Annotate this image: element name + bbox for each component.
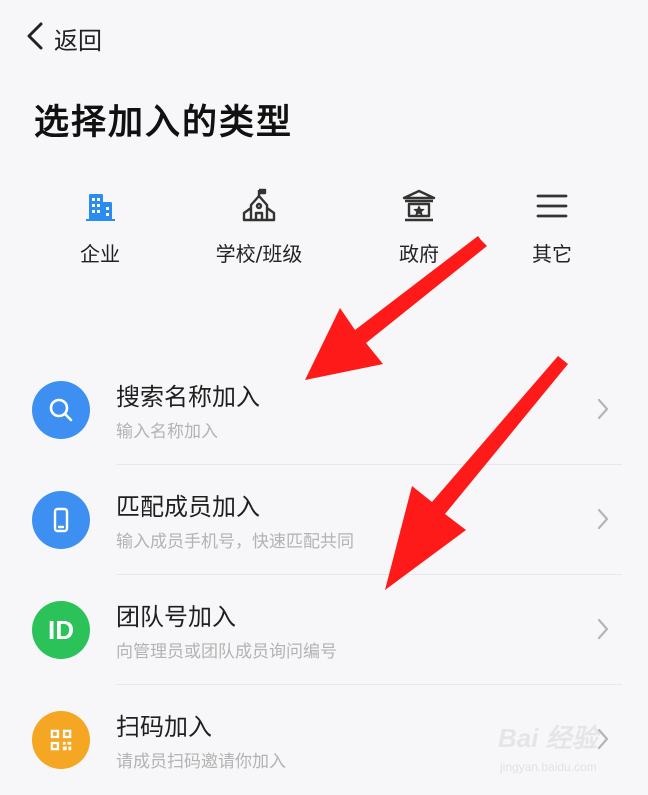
option-subtitle: 请成员扫码邀请你加入	[116, 752, 286, 772]
type-government[interactable]: 政府	[359, 186, 479, 276]
chevron-right-icon	[597, 508, 609, 530]
watermark: Bai 经验 jingyan.baidu.com	[498, 718, 638, 782]
id-icon: ID	[32, 601, 90, 659]
option-team-number[interactable]: ID 团队号加入 向管理员或团队成员询问编号	[0, 575, 648, 685]
option-title: 搜索名称加入	[116, 383, 260, 411]
id-icon-text: ID	[48, 614, 74, 645]
type-other[interactable]: 其它	[492, 186, 612, 276]
building-icon	[40, 186, 160, 226]
option-subtitle: 向管理员或团队成员询问编号	[116, 642, 337, 662]
government-icon	[359, 186, 479, 226]
option-title: 扫码加入	[116, 713, 212, 741]
chevron-right-icon	[597, 398, 609, 420]
option-match-member[interactable]: 匹配成员加入 输入成员手机号，快速匹配共同	[0, 465, 648, 575]
type-school[interactable]: 学校/班级	[199, 186, 319, 276]
type-selector: 企业 学校/班级 政府 其它	[0, 186, 648, 276]
top-bar: 返回	[0, 0, 648, 80]
page-title: 选择加入的类型	[34, 103, 294, 143]
school-icon	[199, 186, 319, 226]
type-label: 学校/班级	[215, 242, 303, 266]
menu-icon	[492, 186, 612, 226]
phone-icon	[32, 491, 90, 549]
chevron-left-icon	[24, 21, 46, 55]
type-label: 政府	[399, 242, 439, 266]
back-button[interactable]: 返回	[24, 20, 102, 56]
option-subtitle: 输入成员手机号，快速匹配共同	[116, 532, 354, 552]
chevron-right-icon	[597, 618, 609, 640]
watermark-brand: Bai 经验	[498, 723, 598, 753]
qrcode-icon	[32, 711, 90, 769]
search-icon	[32, 381, 90, 439]
option-search-name[interactable]: 搜索名称加入 输入名称加入	[0, 355, 648, 465]
option-title: 团队号加入	[116, 603, 236, 631]
type-label: 其它	[532, 242, 572, 266]
back-label: 返回	[54, 26, 102, 55]
type-label: 企业	[80, 242, 120, 266]
type-enterprise[interactable]: 企业	[40, 186, 160, 276]
option-title: 匹配成员加入	[116, 493, 260, 521]
option-subtitle: 输入名称加入	[116, 422, 218, 442]
watermark-url: jingyan.baidu.com	[500, 760, 597, 774]
